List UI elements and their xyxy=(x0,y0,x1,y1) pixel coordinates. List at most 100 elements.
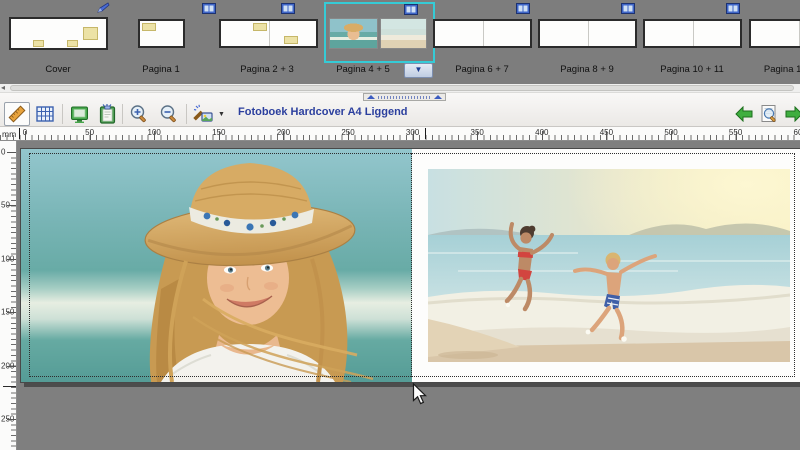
thumbnail-pages-4-5-left-photo[interactable] xyxy=(329,18,378,49)
clipboard-icon xyxy=(98,104,117,124)
page-split-line xyxy=(269,21,270,46)
zoom-in-button[interactable] xyxy=(126,102,152,126)
open-book-icon xyxy=(621,3,635,14)
thumbnail-pages-12-13[interactable] xyxy=(749,19,800,48)
sticky-note xyxy=(142,23,156,31)
cursor-y-marker xyxy=(3,386,16,387)
thumbnail-pages-6-7[interactable] xyxy=(433,19,532,48)
ruler-toggle-button[interactable] xyxy=(4,102,30,126)
h-ruler-major-tick xyxy=(348,131,349,140)
editor-canvas[interactable] xyxy=(17,141,800,450)
monitor-icon xyxy=(70,105,89,124)
h-ruler-ticks xyxy=(0,135,800,140)
kids-jumping-in-surf-photo xyxy=(428,169,790,362)
h-ruler-major-tick xyxy=(90,131,91,140)
filmstrip-scrollbar[interactable]: ◂ xyxy=(0,84,800,93)
wizard-dropdown-arrow[interactable]: ▼ xyxy=(216,102,227,126)
pencil-icon xyxy=(97,2,110,14)
sticky-note xyxy=(33,40,44,47)
filmstrip-label-pages-4-5: Pagina 4 + 5 xyxy=(336,64,390,76)
h-ruler-major-tick xyxy=(154,131,155,140)
sticky-note xyxy=(83,27,98,40)
thumbnail-page-1[interactable] xyxy=(138,19,185,48)
v-ruler-major-tick xyxy=(7,259,16,260)
open-book-icon xyxy=(726,3,740,14)
collapse-up-icon xyxy=(434,95,442,99)
toolbar-separator xyxy=(62,104,63,124)
v-ruler-label: 0 xyxy=(1,148,5,157)
zoom-out-icon xyxy=(159,104,179,124)
girl-with-straw-hat-photo xyxy=(21,149,412,382)
open-book-icon xyxy=(281,3,295,14)
thumbnail-pages-10-11[interactable] xyxy=(643,19,742,48)
filmstrip-label-page-1: Pagina 1 xyxy=(142,64,180,76)
h-ruler-major-tick xyxy=(219,131,220,140)
green-arrow-right-icon xyxy=(785,106,800,122)
h-ruler-major-tick xyxy=(671,131,672,140)
page-split-line xyxy=(588,21,589,46)
sticky-note xyxy=(284,36,298,44)
photobook-editor-window: { "filmstrip": { "items": [ {"label": "C… xyxy=(0,0,800,450)
filmstrip-collapse-handle[interactable] xyxy=(363,93,446,101)
right-page[interactable] xyxy=(412,149,800,382)
page-options-dropdown[interactable]: ▼ xyxy=(404,63,433,78)
open-book-icon xyxy=(202,3,216,14)
grid-icon xyxy=(36,105,54,123)
next-page-button[interactable] xyxy=(781,102,800,126)
page-spread[interactable] xyxy=(20,148,800,383)
zoom-in-icon xyxy=(129,104,149,124)
filmstrip-label-pages-10-11: Pagina 10 + 11 xyxy=(660,64,723,76)
h-ruler-major-tick xyxy=(542,131,543,140)
h-ruler-major-tick xyxy=(477,131,478,140)
open-book-icon xyxy=(404,4,418,15)
page-split-line xyxy=(799,21,800,46)
v-ruler-ticks xyxy=(11,152,16,450)
thumbnail-pages-2-3[interactable] xyxy=(219,19,318,48)
v-ruler-major-tick xyxy=(7,419,16,420)
h-ruler-major-tick xyxy=(25,131,26,140)
autofill-wizard-button[interactable] xyxy=(190,102,216,126)
right-page-photo[interactable] xyxy=(428,169,790,362)
magic-wand-icon xyxy=(193,104,214,124)
filmstrip-label-cover: Cover xyxy=(45,64,70,76)
page-filmstrip: Cover Pagina 1 Pagina 2 + 3 Pagina 4 + 5… xyxy=(0,0,800,84)
h-ruler-major-tick xyxy=(606,131,607,140)
h-ruler-major-tick xyxy=(413,131,414,140)
sticky-note xyxy=(67,40,78,47)
h-ruler: mm 050100150200250300350400450500550600 xyxy=(0,127,800,141)
v-ruler-major-tick xyxy=(7,312,16,313)
chevron-down-icon: ▼ xyxy=(218,111,225,118)
v-ruler: 050100150200250 xyxy=(0,141,17,450)
screen-preview-button[interactable] xyxy=(66,102,92,126)
open-book-icon xyxy=(516,3,530,14)
toolbar-separator xyxy=(122,104,123,124)
thumbnail-pages-8-9[interactable] xyxy=(538,19,637,48)
thumbnail-pages-4-5-right-photo[interactable] xyxy=(380,18,427,49)
green-arrow-left-icon xyxy=(735,106,753,122)
scroll-left-arrow-icon[interactable]: ◂ xyxy=(1,83,5,92)
thumbnail-cover[interactable] xyxy=(9,17,108,50)
h-ruler-label: 600 xyxy=(794,128,800,137)
main-toolbar: ▼ Fotoboek Hardcover A4 Liggend xyxy=(0,93,800,127)
page-preview-button[interactable] xyxy=(756,102,782,126)
previous-page-button[interactable] xyxy=(731,102,757,126)
filmstrip-label-pages-6-7: Pagina 6 + 7 xyxy=(455,64,509,76)
collapse-up-icon xyxy=(367,95,375,99)
page-split-line xyxy=(483,21,484,46)
paste-button[interactable] xyxy=(94,102,120,126)
scrollbar-thumb[interactable] xyxy=(10,85,794,91)
h-ruler-major-tick xyxy=(736,131,737,140)
page-split-line xyxy=(693,21,694,46)
grid-toggle-button[interactable] xyxy=(32,102,58,126)
cursor-x-marker xyxy=(425,128,426,139)
filmstrip-label-pages-8-9: Pagina 8 + 9 xyxy=(560,64,614,76)
filmstrip-label-pages-12-13: Pagina 12 + 13 xyxy=(764,64,800,76)
filmstrip-label-pages-2-3: Pagina 2 + 3 xyxy=(240,64,294,76)
product-title: Fotoboek Hardcover A4 Liggend xyxy=(238,106,408,118)
v-ruler-major-tick xyxy=(7,152,16,153)
zoom-out-button[interactable] xyxy=(156,102,182,126)
v-ruler-major-tick xyxy=(7,366,16,367)
sticky-note xyxy=(253,23,267,31)
toolbar-separator xyxy=(186,104,187,124)
left-page-photo[interactable] xyxy=(21,149,412,382)
